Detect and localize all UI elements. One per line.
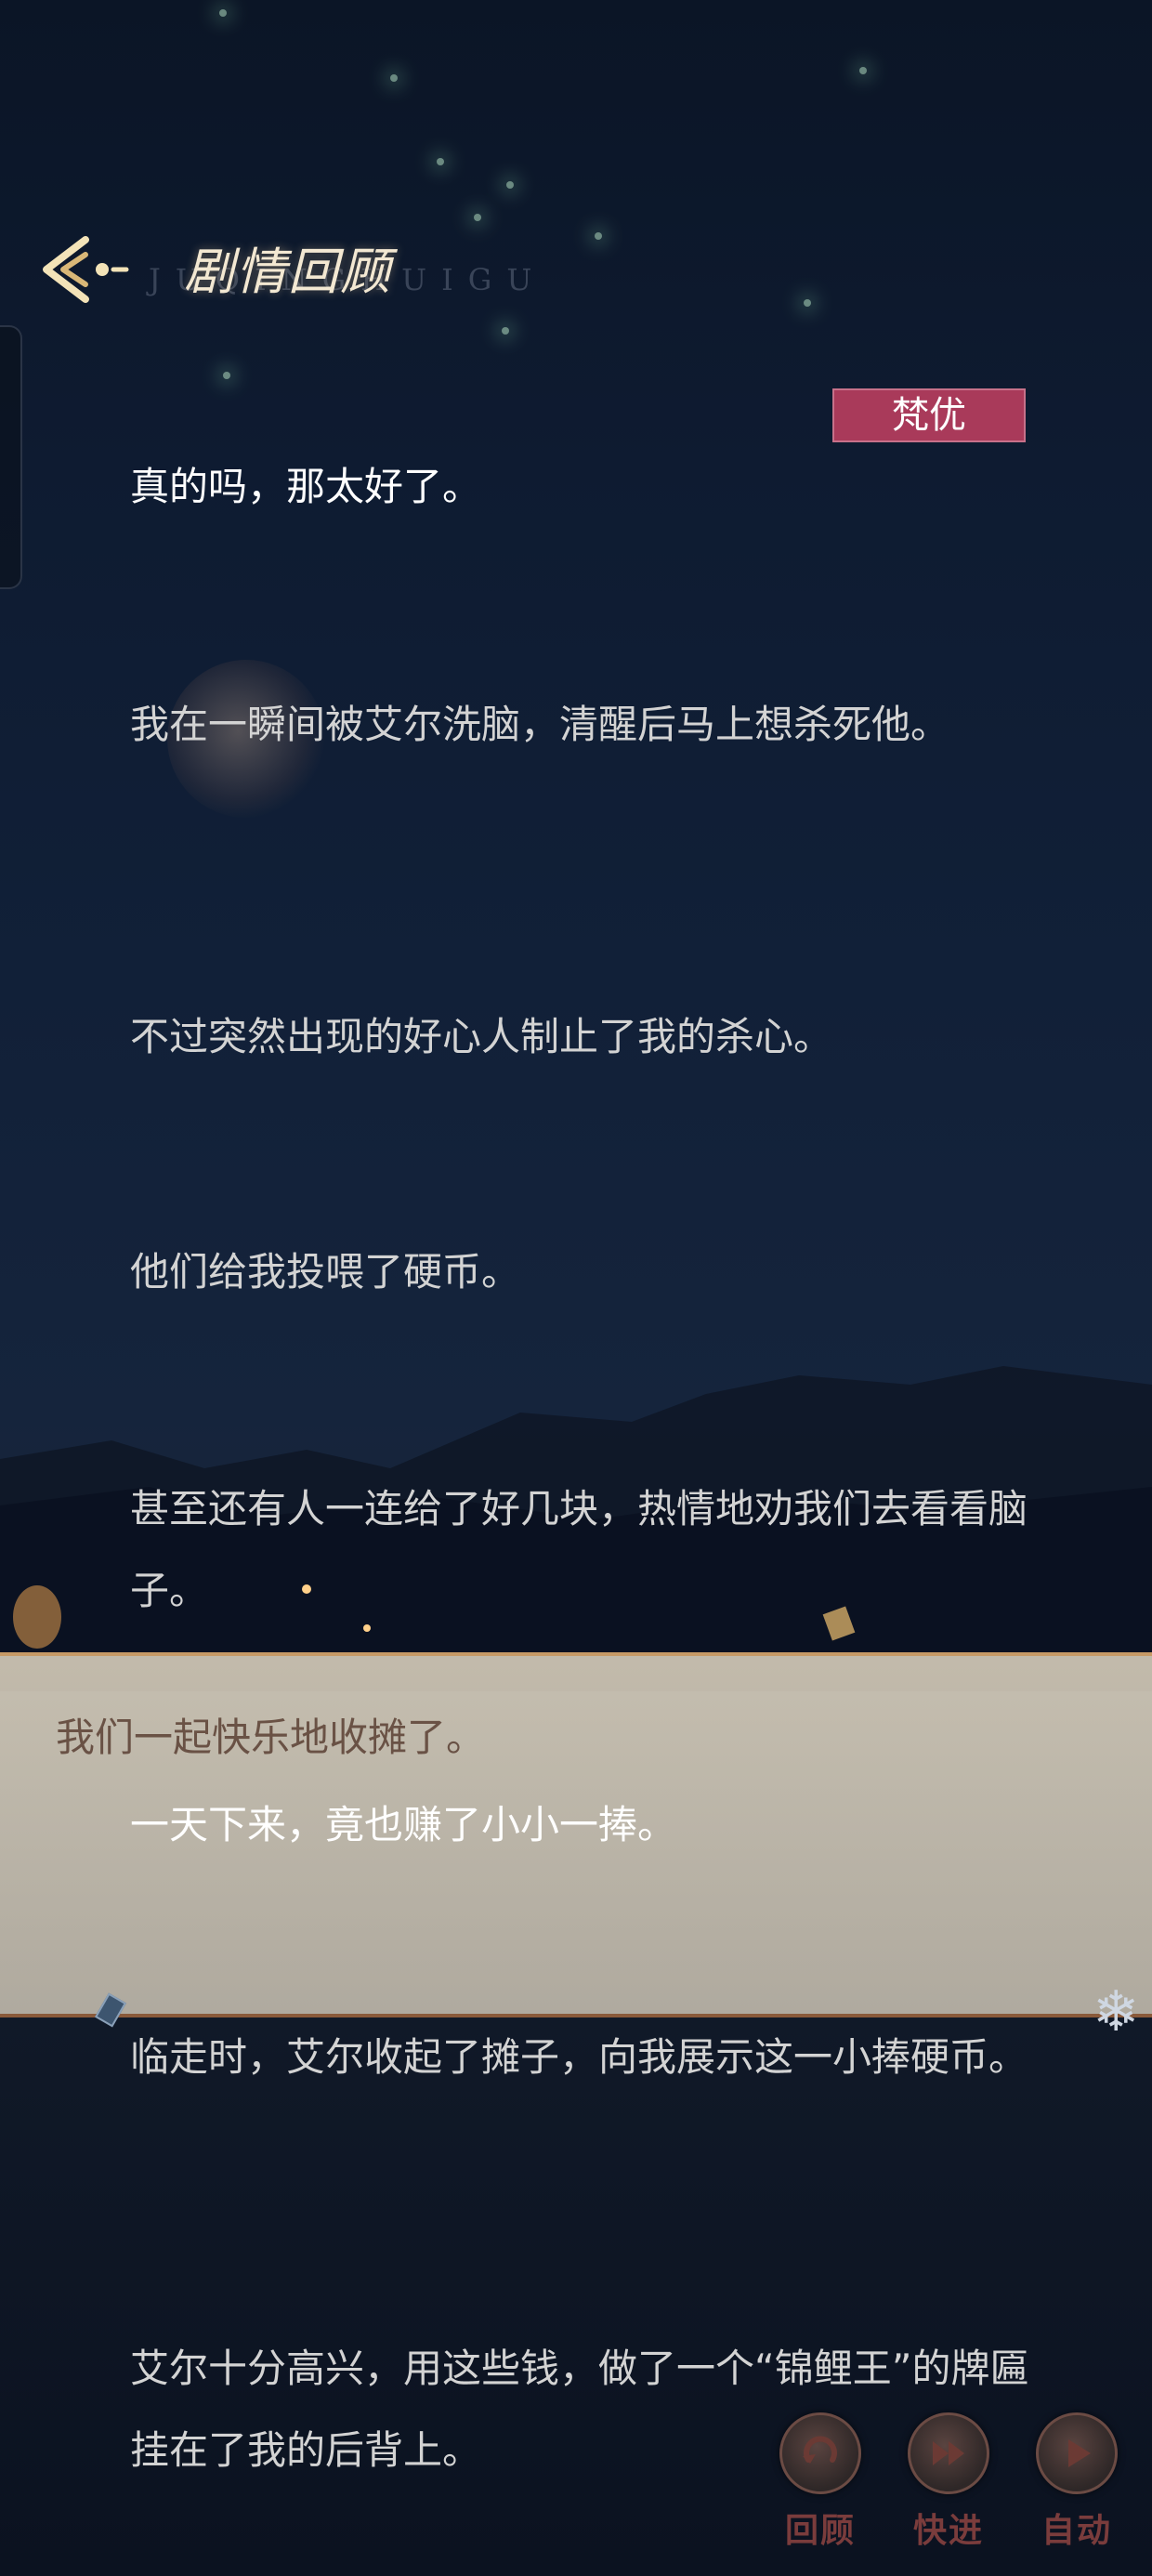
dialogue-entry: 我在一瞬间被艾尔洗脑，清醒后马上想杀死他。 (130, 702, 950, 747)
fast-forward-label: 快进 (912, 2512, 984, 2550)
auto-play-button[interactable]: 自动 (1030, 2412, 1123, 2552)
panel-dialogue-text: 我们一起快乐地收摊了。 (56, 1715, 486, 1760)
dialogue-entry: 临走时，艾尔收起了摊子，向我展示这一小捧硬币。 (130, 2034, 1028, 2080)
dialogue-entry: 甚至还有人一连给了好几块，热情地劝我们去看看脑子。 (130, 1486, 1028, 1613)
fast-forward-button[interactable]: 快进 (902, 2412, 995, 2552)
back-button[interactable] (37, 232, 130, 307)
auto-play-label: 自动 (1041, 2512, 1112, 2550)
back-arrow-icon (43, 236, 129, 303)
dialogue-entry: 他们给我投喂了硬币。 (130, 1249, 521, 1295)
snowflake-icon: ❄ (1093, 1979, 1140, 2044)
dialogue-entry: 真的吗，那太好了。 (130, 464, 482, 509)
dialogue-entry: 一天下来，竟也赚了小小一捧。 (130, 1802, 677, 1847)
dialogue-entry: 不过突然出现的好心人制止了我的杀心。 (130, 1014, 833, 1059)
page-title: 剧情回顾 (184, 243, 392, 301)
speaker-tag: 梵优 (832, 388, 1026, 442)
fast-forward-icon (908, 2412, 989, 2494)
review-button[interactable]: 回顾 (774, 2412, 867, 2552)
play-icon (1036, 2412, 1118, 2494)
replay-icon (779, 2412, 861, 2494)
review-label: 回顾 (784, 2512, 856, 2550)
header: JUQINGHUIGU 剧情回顾 (37, 214, 557, 316)
side-drawer-handle[interactable] (0, 325, 22, 589)
